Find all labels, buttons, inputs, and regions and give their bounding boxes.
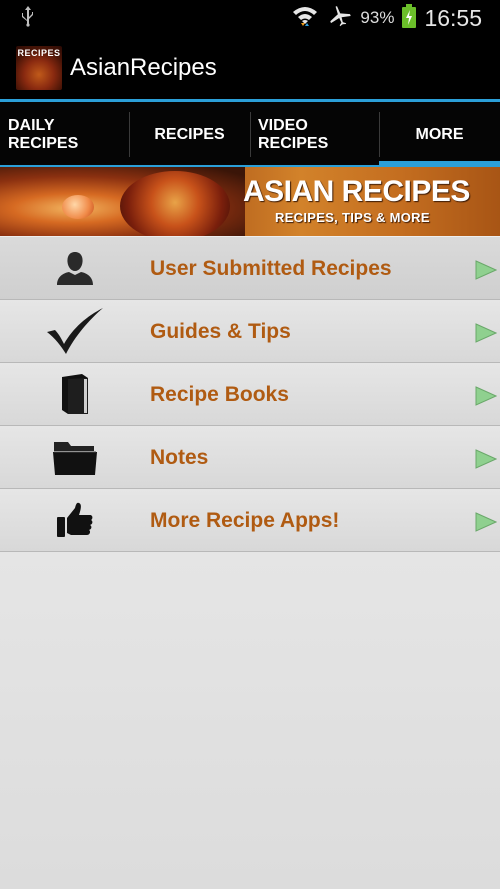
- tab-video-recipes[interactable]: VIDEO RECIPES: [250, 102, 379, 167]
- folder-icon: [44, 434, 106, 480]
- checkmark-icon: [44, 308, 106, 354]
- tab-label: MORE: [415, 125, 464, 143]
- menu-item-guides-tips[interactable]: Guides & Tips: [0, 300, 500, 363]
- chevron-right-icon: [475, 449, 498, 474]
- app-logo[interactable]: RECIPES: [16, 45, 62, 90]
- battery-percent: 93%: [360, 8, 395, 27]
- menu-item-notes[interactable]: Notes: [0, 426, 500, 489]
- tab-recipes[interactable]: RECIPES: [129, 102, 250, 167]
- clock: 16:55: [424, 4, 482, 31]
- tab-label: RECIPES: [154, 125, 225, 143]
- status-bar: 93% 16:55: [0, 0, 500, 36]
- banner-bowl-image: [120, 171, 230, 236]
- tab-bar: DAILY RECIPES RECIPES VIDEO RECIPES MORE: [0, 102, 500, 167]
- banner-shrimp-image: [62, 195, 94, 219]
- user-icon: [44, 245, 106, 291]
- chevron-right-icon: [475, 323, 498, 348]
- menu-item-label: Guides & Tips: [150, 319, 291, 343]
- menu-item-label: User Submitted Recipes: [150, 256, 392, 280]
- battery-icon: [402, 3, 417, 33]
- banner-subtitle: RECIPES, TIPS & MORE: [275, 210, 430, 225]
- action-bar: RECIPES AsianRecipes: [0, 36, 500, 99]
- menu-item-more-recipe-apps[interactable]: More Recipe Apps!: [0, 489, 500, 552]
- menu-item-recipe-books[interactable]: Recipe Books: [0, 363, 500, 426]
- menu-list: User Submitted Recipes Guides & Tips Rec…: [0, 237, 500, 552]
- tab-more[interactable]: MORE: [379, 102, 500, 167]
- usb-icon: [20, 5, 36, 32]
- chevron-right-icon: [475, 512, 498, 537]
- tab-label: VIDEO RECIPES: [258, 116, 329, 152]
- menu-item-label: Notes: [150, 445, 209, 469]
- menu-item-label: Recipe Books: [150, 382, 289, 406]
- chevron-right-icon: [475, 260, 498, 285]
- book-icon: [44, 371, 106, 417]
- banner-title: ASIAN RECIPES: [243, 175, 470, 208]
- wifi-icon: [292, 5, 318, 32]
- app-logo-text: RECIPES: [17, 47, 61, 58]
- chevron-right-icon: [475, 386, 498, 411]
- airplane-mode-icon: [326, 5, 352, 32]
- thumbs-up-icon: [44, 497, 106, 543]
- tab-daily-recipes[interactable]: DAILY RECIPES: [0, 102, 129, 167]
- menu-item-user-submitted-recipes[interactable]: User Submitted Recipes: [0, 237, 500, 300]
- menu-item-label: More Recipe Apps!: [150, 508, 340, 532]
- app-title: AsianRecipes: [70, 53, 217, 81]
- banner: ASIAN RECIPES RECIPES, TIPS & MORE: [0, 167, 500, 236]
- tab-label: DAILY RECIPES: [8, 116, 79, 152]
